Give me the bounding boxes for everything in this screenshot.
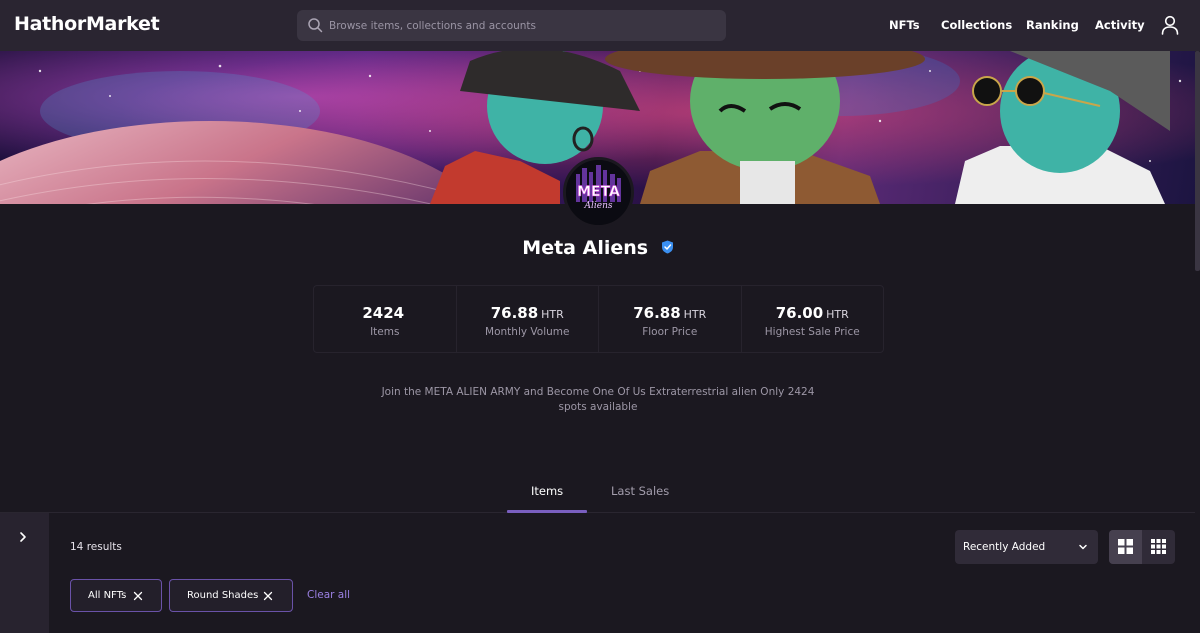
- stat-label: Floor Price: [642, 326, 698, 338]
- filter-chip-label: Round Shades: [187, 590, 259, 601]
- scrollbar-thumb[interactable]: [1195, 51, 1200, 271]
- large-grid-view-button[interactable]: [1109, 530, 1142, 564]
- stat-monthly-volume: 76.88 HTR Monthly Volume: [457, 286, 599, 352]
- verified-badge-icon: [661, 240, 673, 253]
- small-grid-view-button[interactable]: [1142, 530, 1175, 564]
- user-icon[interactable]: [1161, 15, 1179, 35]
- nav-collections[interactable]: Collections: [941, 18, 1012, 32]
- small-grid-icon: [1151, 539, 1166, 554]
- avatar-logo-text-bottom: Aliens: [584, 201, 613, 211]
- tab-last-sales[interactable]: Last Sales: [611, 484, 669, 498]
- chevron-right-icon: [20, 532, 26, 542]
- active-tab-indicator: [507, 510, 587, 513]
- filter-chip-label: All NFTs: [88, 590, 127, 601]
- avatar-logo-text-top: META: [577, 184, 620, 200]
- nav-ranking[interactable]: Ranking: [1026, 18, 1079, 32]
- stat-highest-sale-price: 76.00 HTR Highest Sale Price: [742, 286, 884, 352]
- collection-avatar: META Aliens: [563, 157, 634, 228]
- stat-label: Items: [370, 326, 400, 338]
- meta-aliens-logo: META Aliens: [566, 160, 631, 225]
- search-bar[interactable]: [297, 10, 726, 41]
- clear-all-filters-link[interactable]: Clear all: [307, 589, 350, 601]
- results-count: 14 results: [70, 541, 122, 553]
- close-icon[interactable]: [133, 591, 143, 601]
- stat-floor-price: 76.88 HTR Floor Price: [599, 286, 742, 352]
- stat-unit: HTR: [826, 308, 849, 321]
- view-mode-toggle: [1109, 530, 1175, 564]
- site-logo[interactable]: HathorMarket: [14, 13, 160, 35]
- stat-value: 76.88: [490, 304, 539, 322]
- tab-items[interactable]: Items: [531, 484, 563, 498]
- collection-stats: 2424 Items 76.88 HTR Monthly Volume 76.88…: [313, 285, 884, 353]
- stat-unit: HTR: [683, 308, 707, 321]
- filter-chip-all-nfts[interactable]: All NFTs: [70, 579, 162, 612]
- sort-dropdown[interactable]: Recently Added: [955, 530, 1098, 564]
- stat-unit: HTR: [541, 308, 564, 321]
- close-icon[interactable]: [263, 591, 273, 601]
- nav-nfts[interactable]: NFTs: [889, 18, 920, 32]
- stat-value: 2424: [362, 304, 405, 322]
- top-navbar: HathorMarket NFTs Collections Ranking Ac…: [0, 0, 1200, 51]
- stat-value: 76.88: [633, 304, 681, 322]
- page-scrollbar[interactable]: [1195, 51, 1200, 633]
- collection-description: Join the META ALIEN ARMY and Become One …: [381, 386, 815, 413]
- filter-chip-round-shades[interactable]: Round Shades: [169, 579, 293, 612]
- filter-panel-toggle[interactable]: [0, 513, 49, 633]
- search-input[interactable]: [329, 10, 719, 41]
- nav-activity[interactable]: Activity: [1095, 18, 1145, 32]
- stat-label: Monthly Volume: [485, 326, 570, 338]
- stat-value: 76.00: [775, 304, 824, 322]
- stat-label: Highest Sale Price: [764, 326, 860, 338]
- sort-selected-value: Recently Added: [963, 541, 1046, 553]
- collection-tabs: Items Last Sales: [0, 478, 1200, 513]
- large-grid-icon: [1118, 539, 1133, 554]
- collection-title: Meta Aliens: [0, 237, 1196, 259]
- chevron-down-icon: [1079, 544, 1087, 550]
- search-icon: [308, 18, 323, 33]
- collection-name: Meta Aliens: [522, 237, 649, 259]
- stat-items: 2424 Items: [314, 286, 457, 352]
